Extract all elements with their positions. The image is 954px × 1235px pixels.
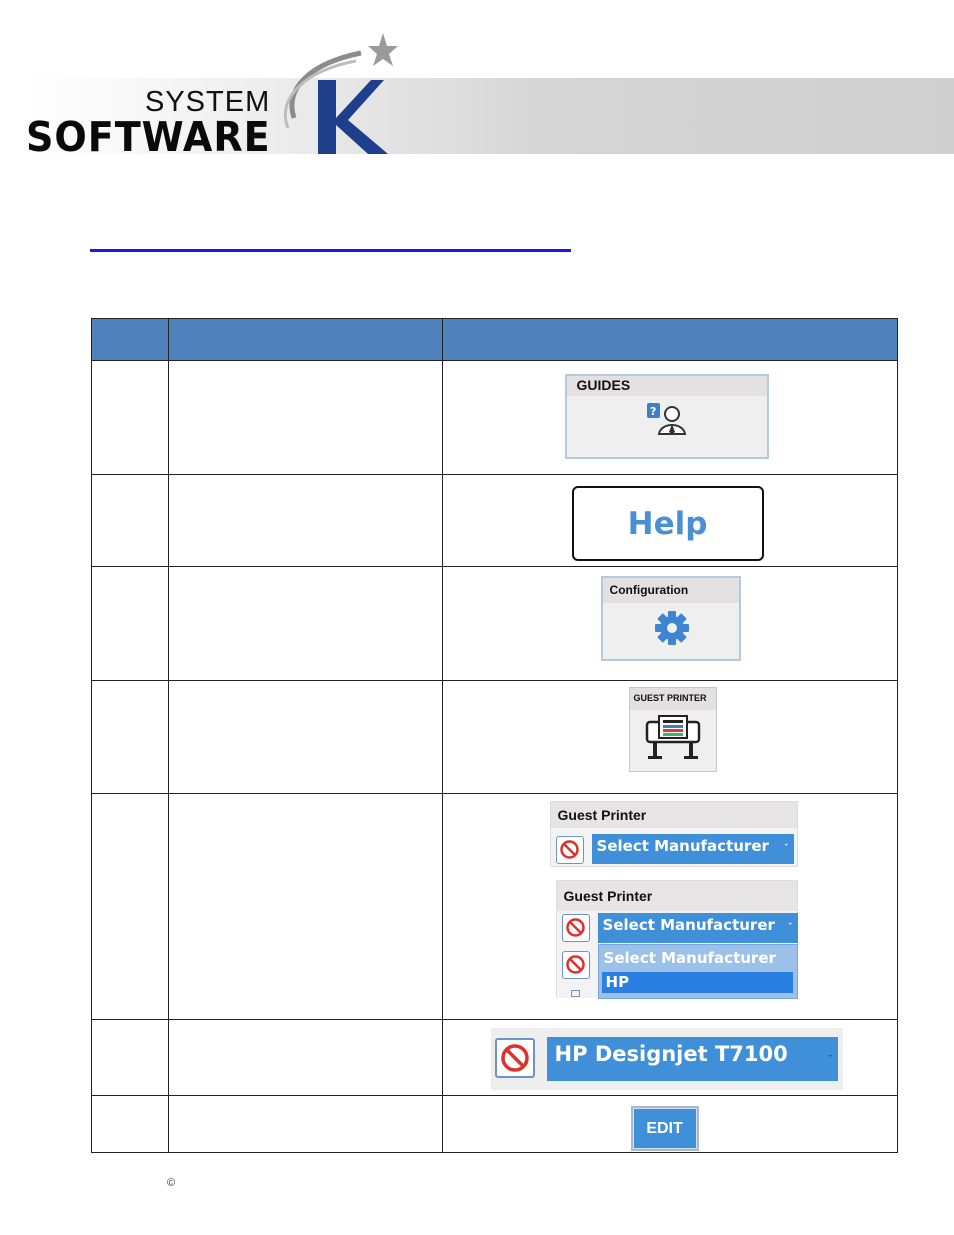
- image-cell: Help: [441, 474, 899, 567]
- guest-printer-panel-title: Guest Printer: [556, 881, 797, 911]
- no-entry-icon[interactable]: [561, 914, 590, 942]
- image-cell: HP Designjet T7100 ˇ: [441, 1019, 899, 1096]
- guides-person-help-icon: ?: [646, 403, 686, 435]
- star-icon: [368, 33, 398, 66]
- step-cell: [91, 1019, 169, 1096]
- manufacturer-select-value: Select Manufacturer: [602, 916, 775, 934]
- configuration-tile[interactable]: Configuration: [600, 576, 741, 661]
- image-cell: Configuration: [441, 566, 899, 681]
- dropdown-option[interactable]: Select Manufacturer: [599, 945, 797, 972]
- table-row: Help: [91, 474, 899, 567]
- gear-icon: [654, 611, 689, 645]
- table-row: GUEST PRINTER: [91, 680, 899, 794]
- no-entry-icon[interactable]: [561, 951, 590, 979]
- table-header-step: [91, 318, 169, 361]
- step-cell: [91, 680, 169, 794]
- manufacturer-select-value: Select Manufacturer: [596, 837, 769, 855]
- title-underline: [90, 249, 571, 252]
- table-row: Configuration: [91, 566, 899, 681]
- step-cell: [91, 793, 169, 1020]
- manufacturer-select[interactable]: Select Manufacturer ˇ: [591, 834, 794, 864]
- printer-icon: [645, 715, 700, 759]
- dropdown-option-highlighted[interactable]: HP: [601, 972, 793, 993]
- description-cell: [167, 1095, 443, 1153]
- table-row: GUIDES ?: [91, 360, 899, 475]
- printer-model-panel: HP Designjet T7100 ˇ: [490, 1028, 843, 1090]
- description-cell: [167, 793, 443, 1020]
- image-cell: GUEST PRINTER: [441, 680, 899, 794]
- chevron-down-icon: ˇ: [784, 844, 789, 854]
- step-cell: [91, 1095, 169, 1153]
- table-row: Guest Printer Select Manufacturer ˇ Gues…: [91, 793, 899, 1020]
- guides-tile[interactable]: GUIDES ?: [564, 374, 769, 459]
- small-checkbox-icon: [570, 990, 580, 997]
- guides-tile-title: GUIDES: [566, 376, 767, 396]
- guest-printer-tile[interactable]: GUEST PRINTER: [628, 687, 717, 772]
- edit-button[interactable]: EDIT: [630, 1106, 699, 1151]
- description-cell: [167, 360, 443, 475]
- printer-model-select[interactable]: HP Designjet T7100 ˇ: [546, 1037, 838, 1081]
- manufacturer-dropdown-list: Select Manufacturer HP: [597, 944, 798, 999]
- table-row: EDIT: [91, 1095, 899, 1153]
- table-header-row: [91, 318, 899, 361]
- help-button[interactable]: Help: [571, 486, 764, 561]
- guest-printer-tile-title: GUEST PRINTER: [629, 688, 716, 710]
- manufacturer-select[interactable]: Select Manufacturer ˇ: [597, 913, 798, 943]
- image-cell: Guest Printer Select Manufacturer ˇ Gues…: [441, 793, 899, 1020]
- image-cell: GUIDES ?: [441, 360, 899, 475]
- description-cell: [167, 566, 443, 681]
- image-cell: EDIT: [441, 1095, 899, 1153]
- configuration-tile-title: Configuration: [602, 578, 739, 603]
- step-cell: [91, 360, 169, 475]
- printer-model-select-value: HP Designjet T7100: [554, 1042, 788, 1066]
- no-entry-icon[interactable]: [494, 1038, 535, 1078]
- instructions-table: GUIDES ? Help Configuration GUEST PRINTE…: [91, 318, 899, 1153]
- description-cell: [167, 474, 443, 567]
- no-entry-icon[interactable]: [555, 836, 584, 864]
- step-cell: [91, 566, 169, 681]
- table-header-image: [441, 318, 899, 361]
- copyright-symbol: ©: [167, 1177, 176, 1189]
- description-cell: [167, 1019, 443, 1096]
- guest-printer-panel: Guest Printer Select Manufacturer ˇ: [549, 801, 798, 867]
- description-cell: [167, 680, 443, 794]
- guest-printer-panel-open: Guest Printer Select Manufacturer ˇ Sele…: [555, 880, 798, 999]
- logo-k-letter: [318, 80, 388, 154]
- guest-printer-panel-title: Guest Printer: [550, 802, 797, 828]
- logo-text-software: SOFTWARE: [26, 113, 271, 161]
- step-cell: [91, 474, 169, 567]
- chevron-down-icon: ˇ: [788, 923, 793, 933]
- section-title-link[interactable]: [90, 230, 571, 252]
- chevron-down-icon: ˇ: [828, 1055, 833, 1065]
- svg-text:?: ?: [650, 405, 656, 418]
- table-header-description: [167, 318, 443, 361]
- table-row: HP Designjet T7100 ˇ: [91, 1019, 899, 1096]
